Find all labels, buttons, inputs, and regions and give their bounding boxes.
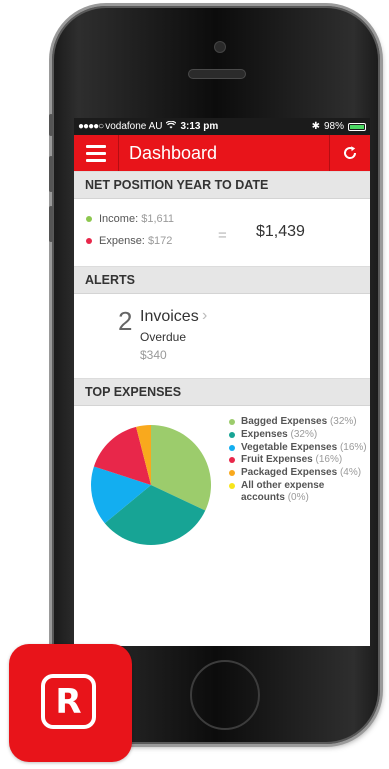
alert-subtitle: Overdue — [140, 330, 187, 344]
net-position-total: $1,439 — [256, 223, 305, 240]
legend-item-vegetable: Vegetable Expenses (16%) — [229, 442, 369, 454]
phone-screen: ●●●●○ vodafone AU 3:13 pm ✱ 98% Dashboar… — [74, 118, 370, 646]
expense-dot — [86, 238, 92, 245]
legend-dot — [229, 457, 235, 464]
page-title: Dashboard — [129, 142, 218, 163]
earpiece-speaker — [189, 70, 245, 78]
home-button[interactable] — [190, 660, 260, 730]
alert-count: 2 — [118, 306, 133, 336]
chevron-right-icon: › — [202, 307, 208, 324]
top-expenses-card[interactable]: Bagged Expenses (32%) Expenses (32%) Veg… — [74, 406, 370, 606]
legend-item-packaged: Packaged Expenses (4%) — [229, 467, 369, 479]
invoices-alert[interactable]: 2 Invoices › Overdue $340 — [74, 294, 370, 378]
bluetooth-icon: ✱ — [311, 121, 320, 132]
expenses-pie-chart — [91, 425, 211, 545]
volume-up-button — [49, 156, 53, 192]
legend-dot — [229, 482, 235, 489]
status-time: 3:13 pm — [180, 121, 219, 132]
expense-value: $172 — [147, 235, 173, 247]
app-logo-icon: R — [9, 644, 132, 762]
legend-item-fruit: Fruit Expenses (16%) — [229, 454, 369, 466]
legend-dot — [229, 431, 235, 438]
app-logo-letter: R — [41, 674, 96, 729]
income-label: Income: — [99, 213, 139, 225]
legend-item-expenses: Expenses (32%) — [229, 429, 369, 441]
status-bar: ●●●●○ vodafone AU 3:13 pm ✱ 98% — [74, 118, 370, 135]
volume-down-button — [49, 206, 53, 242]
app-header: Dashboard — [74, 135, 370, 171]
alert-amount: $340 — [140, 348, 167, 362]
refresh-icon[interactable] — [329, 135, 370, 171]
battery-percent: 98% — [323, 121, 344, 132]
income-value: $1,611 — [141, 213, 175, 225]
income-dot — [86, 216, 92, 223]
legend-dot — [229, 470, 235, 477]
income-row: Income: $1,611 — [86, 213, 174, 225]
silent-switch — [49, 114, 53, 136]
expenses-legend: Bagged Expenses (32%) Expenses (32%) Veg… — [229, 416, 369, 505]
legend-item-other: All other expense accounts (0%) — [229, 480, 369, 504]
net-position-card[interactable]: Income: $1,611 Expense: $172 = $1,439 — [74, 199, 370, 266]
wifi-icon — [166, 120, 177, 132]
legend-item-bagged: Bagged Expenses (32%) — [229, 416, 369, 428]
equals-sign: = — [218, 227, 227, 244]
legend-dot — [229, 444, 235, 451]
front-camera — [215, 42, 225, 52]
alerts-header: ALERTS — [74, 266, 370, 294]
top-expenses-header: TOP EXPENSES — [74, 378, 370, 406]
alert-title: Invoices — [140, 308, 199, 325]
carrier-name: vodafone AU — [105, 121, 163, 132]
legend-dot — [229, 419, 235, 425]
battery-icon — [348, 122, 366, 131]
expense-label: Expense: — [99, 235, 145, 247]
net-position-header: NET POSITION YEAR TO DATE — [74, 171, 370, 199]
expense-row: Expense: $172 — [86, 235, 172, 247]
hamburger-menu-icon[interactable] — [74, 135, 119, 171]
signal-strength: ●●●●○ — [78, 121, 104, 132]
